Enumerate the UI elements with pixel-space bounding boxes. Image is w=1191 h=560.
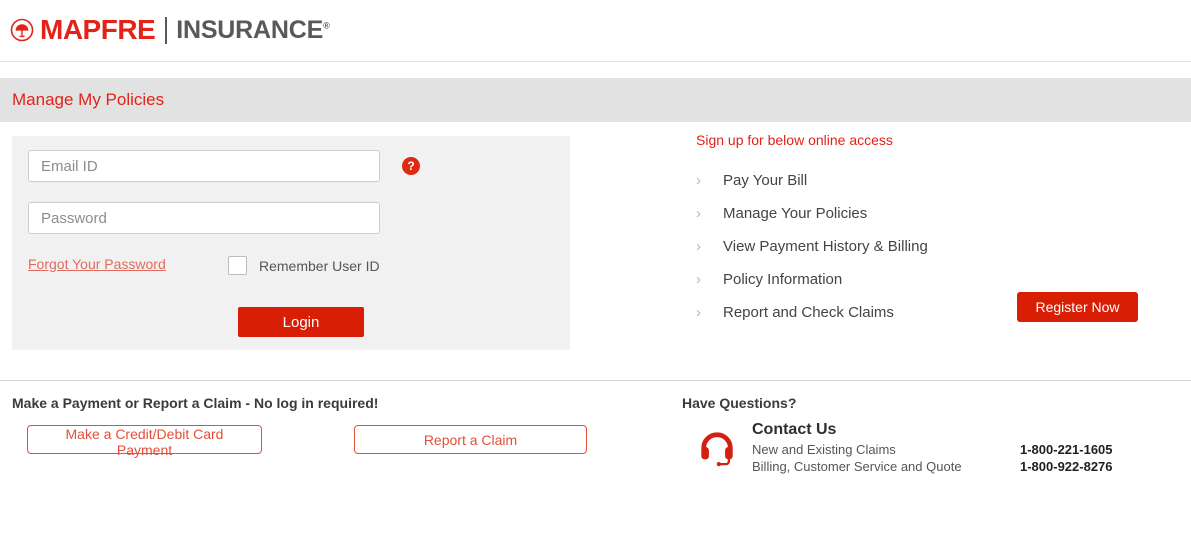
list-item-label: Policy Information — [723, 271, 843, 288]
list-item-label: Manage Your Policies — [723, 205, 868, 222]
list-item-label: Report and Check Claims — [723, 304, 894, 321]
report-claim-button[interactable]: Report a Claim — [354, 425, 587, 454]
email-field-row: ? — [28, 150, 420, 182]
contact-line-phone[interactable]: 1-800-221-1605 — [1020, 441, 1113, 458]
email-input[interactable] — [28, 150, 380, 182]
headset-icon — [701, 432, 733, 467]
brand-logo[interactable]: MAPFRE INSURANCE® — [10, 12, 330, 48]
list-item[interactable]: › Manage Your Policies — [696, 197, 1166, 230]
brand-subtitle: INSURANCE® — [176, 15, 330, 44]
make-card-payment-button[interactable]: Make a Credit/Debit Card Payment — [27, 425, 262, 458]
list-item[interactable]: › View Payment History & Billing — [696, 230, 1166, 263]
help-icon[interactable]: ? — [402, 157, 420, 175]
register-now-button[interactable]: Register Now — [1017, 292, 1138, 322]
contact-heading: Have Questions? — [682, 395, 797, 411]
chevron-right-icon: › — [696, 205, 701, 222]
forgot-password-link[interactable]: Forgot Your Password — [28, 256, 166, 272]
login-panel: ? Forgot Your Password Remember User ID … — [12, 136, 570, 350]
brand-name: MAPFRE — [40, 14, 156, 45]
list-item-label: View Payment History & Billing — [723, 238, 928, 255]
list-item[interactable]: › Pay Your Bill — [696, 164, 1166, 197]
login-button[interactable]: Login — [238, 307, 364, 337]
password-field-row — [28, 202, 380, 234]
no-login-button-row: Make a Credit/Debit Card Payment Report … — [12, 425, 632, 458]
contact-line: Billing, Customer Service and Quote 1-80… — [752, 458, 1182, 475]
contact-body: Contact Us New and Existing Claims 1-800… — [682, 421, 1182, 475]
chevron-right-icon: › — [696, 238, 701, 255]
brand-subtitle-text: INSURANCE — [176, 15, 324, 44]
page-title: Manage My Policies — [12, 90, 165, 109]
mapfre-logo-icon — [10, 18, 34, 42]
chevron-right-icon: › — [696, 172, 701, 189]
chevron-right-icon: › — [696, 271, 701, 288]
no-login-section: Make a Payment or Report a Claim - No lo… — [12, 395, 632, 458]
contact-text-block: Contact Us New and Existing Claims 1-800… — [752, 421, 1182, 475]
brand-divider — [165, 16, 168, 44]
contact-line-phone[interactable]: 1-800-922-8276 — [1020, 458, 1113, 475]
contact-title: Contact Us — [752, 421, 837, 438]
chevron-right-icon: › — [696, 304, 701, 321]
section-divider — [0, 380, 1191, 381]
contact-line-desc: New and Existing Claims — [752, 442, 896, 457]
list-item-label: Pay Your Bill — [723, 172, 808, 189]
page-title-bar: Manage My Policies — [0, 78, 1191, 122]
password-input[interactable] — [28, 202, 380, 234]
contact-line-desc: Billing, Customer Service and Quote — [752, 459, 962, 474]
brand-header: MAPFRE INSURANCE® — [0, 0, 1191, 62]
registered-mark-icon: ® — [323, 20, 330, 31]
remember-user-id-label: Remember User ID — [259, 257, 380, 274]
no-login-heading: Make a Payment or Report a Claim - No lo… — [12, 395, 379, 411]
contact-line: New and Existing Claims 1-800-221-1605 — [752, 441, 1182, 458]
signup-heading: Sign up for below online access — [696, 132, 893, 148]
remember-user-id-row[interactable]: Remember User ID — [228, 256, 380, 275]
contact-section: Have Questions? Contact Us New and Exist… — [682, 395, 1182, 475]
remember-user-id-checkbox[interactable] — [228, 256, 247, 275]
